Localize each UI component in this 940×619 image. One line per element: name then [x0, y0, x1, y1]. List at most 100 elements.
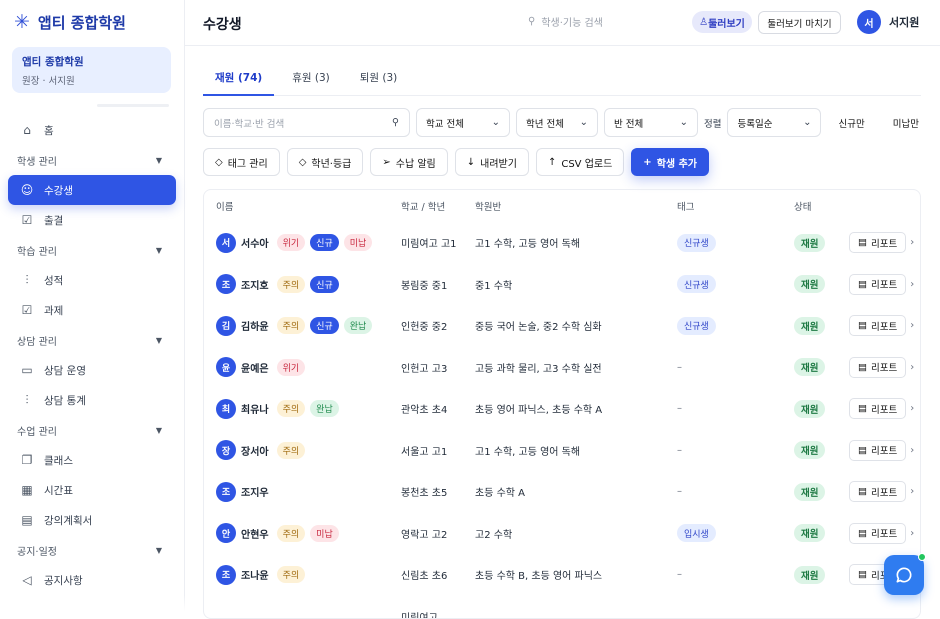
tab-leave[interactable]: 휴원 (3): [280, 66, 342, 96]
billing-alert-button[interactable]: ➢수납 알림: [370, 148, 447, 176]
tag-chip: 입시생: [677, 524, 716, 542]
csv-upload-button[interactable]: ↑CSV 업로드: [536, 148, 624, 176]
caret-down-icon: ▼: [156, 546, 162, 555]
new-only-toggle[interactable]: 신규만: [831, 116, 871, 130]
sidebar-item-home[interactable]: ⌂홈: [8, 115, 176, 145]
student-name[interactable]: 서수아: [241, 235, 269, 250]
tag-manage-button[interactable]: ◇태그 관리: [203, 148, 280, 176]
table-row[interactable]: 윤윤예은위기 인헌고 고3 고등 과학 물리, 고3 수학 실전 – 재원 ▤리…: [204, 347, 920, 389]
section-notices[interactable]: 공지·일정▼: [0, 535, 184, 565]
col-class[interactable]: 학원반: [475, 199, 677, 213]
section-classes[interactable]: 수업 관리▼: [0, 415, 184, 445]
report-button[interactable]: ▤리포트: [849, 232, 906, 253]
chevron-right-icon[interactable]: ›: [910, 445, 914, 456]
chevron-right-icon[interactable]: ›: [910, 403, 914, 414]
student-search-input[interactable]: 이름·학교·반 검색 ⚲: [203, 108, 410, 137]
tab-withdrawn[interactable]: 퇴원 (3): [348, 66, 410, 96]
user-menu[interactable]: 서 서지원: [857, 10, 919, 34]
sidebar-item-syllabus[interactable]: ▤강의계획서: [8, 505, 176, 535]
status-badge: 신규: [310, 234, 339, 251]
chevron-right-icon[interactable]: ›: [910, 279, 914, 290]
table-row[interactable]: 조조지호주의신규 봉림중 중1 중1 수학 신규생 재원 ▤리포트›: [204, 264, 920, 306]
avatar: 조: [216, 482, 236, 502]
cell-school: 봉천초 초5: [401, 484, 475, 499]
sidebar-item-attendance[interactable]: ☑출결: [8, 205, 176, 235]
chevron-right-icon[interactable]: ›: [910, 237, 914, 248]
student-name[interactable]: 조나윤: [241, 567, 269, 582]
school-select[interactable]: 학교 전체⌄: [416, 108, 510, 137]
report-button[interactable]: ▤리포트: [849, 523, 906, 544]
global-search[interactable]: ⚲ 학생·기능 검색: [528, 14, 603, 29]
student-name[interactable]: 안현우: [241, 526, 269, 541]
section-learning[interactable]: 학습 관리▼: [0, 235, 184, 265]
sidebar-item-label: 클래스: [44, 453, 73, 468]
student-name[interactable]: 김하윤: [241, 318, 269, 333]
report-button[interactable]: ▤리포트: [849, 357, 906, 378]
report-button[interactable]: ▤리포트: [849, 481, 906, 502]
megaphone-icon: ◁: [20, 573, 34, 587]
download-button[interactable]: ↓내려받기: [455, 148, 529, 176]
sidebar-item-counseling-stats[interactable]: ⫶상담 통계: [8, 385, 176, 415]
chevron-right-icon[interactable]: ›: [910, 528, 914, 539]
chevron-right-icon[interactable]: ›: [910, 486, 914, 497]
grade-select[interactable]: 학년 전체⌄: [516, 108, 598, 137]
select-value: 등록일순: [737, 116, 772, 130]
section-label: 학생 관리: [17, 153, 57, 168]
report-button[interactable]: ▤리포트: [849, 398, 906, 419]
avatar: 조: [216, 565, 236, 585]
sidebar-item-students[interactable]: ☺수강생: [8, 175, 176, 205]
tag-chip: 신규생: [677, 275, 716, 293]
student-name[interactable]: 윤예은: [241, 360, 269, 375]
student-name[interactable]: 최유나: [241, 401, 269, 416]
sidebar-item-counseling-ops[interactable]: ▭상담 운영: [8, 355, 176, 385]
unpaid-only-toggle[interactable]: 미납만: [886, 116, 926, 130]
sidebar-item-classes[interactable]: ❐ 클래스: [8, 445, 176, 475]
sidebar-item-notices[interactable]: ◁공지사항: [8, 565, 176, 595]
sidebar-item-grades[interactable]: ⫶성적: [8, 265, 176, 295]
col-tag[interactable]: 태그: [677, 199, 794, 213]
table-row[interactable]: 미림여고: [204, 596, 920, 619]
table-row[interactable]: 장장서아주의 서울고 고1 고1 수학, 고등 영어 독해 – 재원 ▤리포트›: [204, 430, 920, 472]
report-button[interactable]: ▤리포트: [849, 440, 906, 461]
table-row[interactable]: 서서수아위기신규미납 미림여고 고1 고1 수학, 고등 영어 독해 신규생 재…: [204, 222, 920, 264]
org-card[interactable]: 앱티 종합학원 원장 · 서지원: [12, 47, 171, 93]
book-icon: ❐: [20, 453, 34, 467]
page-title: 수강생: [203, 14, 242, 34]
avatar: 안: [216, 523, 236, 543]
sidebar-item-timetable[interactable]: ▦시간표: [8, 475, 176, 505]
sort-select[interactable]: 등록일순⌄: [727, 108, 821, 137]
table-row[interactable]: 조조나윤주의 신림초 초6 초등 수학 B, 초등 영어 파닉스 – 재원 ▤리…: [204, 554, 920, 596]
sidebar-item-assignments[interactable]: ☑과제: [8, 295, 176, 325]
student-name[interactable]: 조지호: [241, 277, 269, 292]
add-student-button[interactable]: +학생 추가: [631, 148, 709, 176]
select-value: 반 전체: [614, 116, 643, 130]
col-name[interactable]: 이름: [204, 199, 401, 213]
section-students[interactable]: 학생 관리 ▼: [0, 145, 184, 175]
select-value: 학년 전체: [526, 116, 564, 130]
caret-down-icon: ▼: [156, 156, 162, 165]
report-button[interactable]: ▤리포트: [849, 274, 906, 295]
stop-peek-button[interactable]: 둘러보기 마치기: [758, 11, 841, 34]
col-school[interactable]: 학교 / 학년: [401, 199, 475, 213]
chevron-right-icon[interactable]: ›: [910, 320, 914, 331]
grade-level-button[interactable]: ◇학년·등급: [287, 148, 364, 176]
tab-active[interactable]: 재원 (74): [203, 66, 274, 96]
student-name[interactable]: 조지우: [241, 484, 269, 499]
report-label: 리포트: [871, 360, 897, 374]
brand[interactable]: ✳ 앱티 종합학원: [14, 12, 126, 33]
report-button[interactable]: ▤리포트: [849, 315, 906, 336]
col-status[interactable]: 상태: [794, 199, 849, 213]
person-icon: ♙: [699, 17, 708, 28]
chat-button[interactable]: [884, 555, 924, 595]
check-circle-icon: ☑: [20, 213, 34, 227]
arrow-up-icon: ↑: [548, 157, 556, 168]
table-row[interactable]: 조조지우 봉천초 초5 초등 수학 A – 재원 ▤리포트›: [204, 471, 920, 513]
class-select[interactable]: 반 전체⌄: [604, 108, 698, 137]
section-counseling[interactable]: 상담 관리▼: [0, 325, 184, 355]
peek-button[interactable]: ♙둘러보기: [692, 11, 752, 33]
chevron-right-icon[interactable]: ›: [910, 362, 914, 373]
table-row[interactable]: 최최유나주의완납 관악초 초4 초등 영어 파닉스, 초등 수학 A – 재원 …: [204, 388, 920, 430]
table-row[interactable]: 안안현우주의미납 영락고 고2 고2 수학 입시생 재원 ▤리포트›: [204, 513, 920, 555]
student-name[interactable]: 장서아: [241, 443, 269, 458]
table-row[interactable]: 김김하윤주의신규완납 인헌중 중2 중등 국어 논술, 중2 수학 심화 신규생…: [204, 305, 920, 347]
